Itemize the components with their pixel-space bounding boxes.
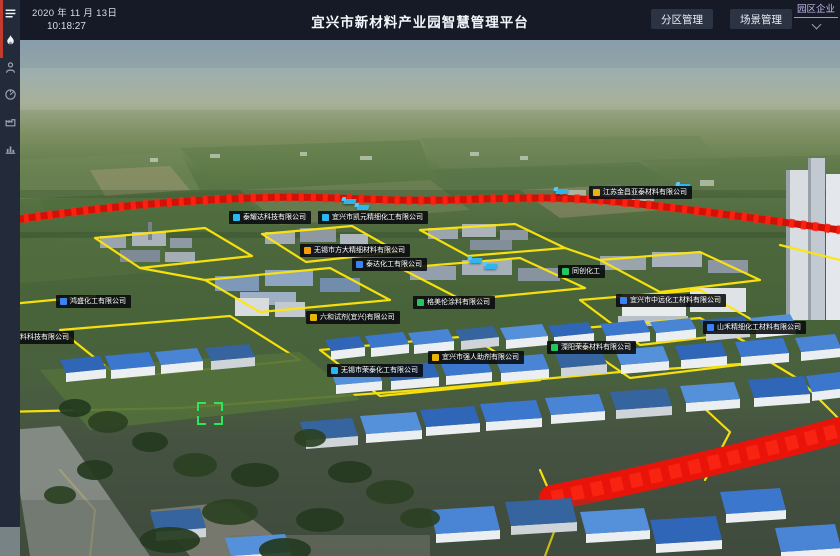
truck-marker-icon[interactable]: [469, 258, 483, 263]
company-marker-icon: [593, 189, 600, 196]
company-label[interactable]: 宜兴市强人助剂有限公司: [428, 351, 524, 364]
chevron-down-icon: [811, 20, 821, 30]
company-marker-icon: [620, 297, 627, 304]
company-marker-icon: [233, 214, 240, 221]
company-label[interactable]: 宜兴市中远化工材料有限公司: [616, 294, 726, 307]
bar-chart-icon: [4, 142, 17, 155]
company-label-text: 宜兴市强人助剂有限公司: [442, 354, 519, 361]
company-label[interactable]: 泰耀达科技有限公司: [229, 211, 311, 224]
truck-marker-icon[interactable]: [484, 264, 498, 269]
current-time: 10:18:27: [47, 21, 86, 32]
company-label-text: 同创化工: [572, 268, 600, 275]
current-date: 2020 年 11 月 13日: [32, 5, 117, 19]
sidebar-item-statistics[interactable]: [0, 135, 20, 162]
hamburger-menu-icon: [4, 7, 17, 20]
company-marker-icon: [304, 247, 311, 254]
factory-icon: [4, 115, 17, 128]
company-label-text: 鸿盛化工有限公司: [70, 298, 126, 305]
company-marker-icon: [551, 344, 558, 351]
company-label-text: 溧阳荣泰材料有限公司: [561, 344, 631, 351]
zone-management-button[interactable]: 分区管理: [651, 9, 713, 29]
truck-marker-icon[interactable]: [356, 205, 370, 210]
sidebar-item-enterprises[interactable]: [0, 108, 20, 135]
company-label[interactable]: 格美伦涂料有限公司: [413, 296, 495, 309]
company-marker-icon: [310, 314, 317, 321]
company-label[interactable]: 同创化工: [558, 265, 605, 278]
company-label-text: 宜兴市凯元精细化工有限公司: [332, 214, 423, 221]
scene-management-button[interactable]: 场景管理: [730, 9, 792, 29]
company-label[interactable]: 无锡市荣泰化工有限公司: [327, 364, 423, 377]
company-label-text: 格美伦涂料有限公司: [427, 299, 490, 306]
company-label-text: 六和试剂(宜兴)有限公司: [320, 314, 395, 321]
company-marker-icon: [707, 324, 714, 331]
gauge-icon: [4, 88, 17, 101]
truck-marker-icon[interactable]: [555, 189, 569, 194]
horizon-haze: [0, 68, 840, 110]
company-marker-icon: [331, 367, 338, 374]
selection-bracket: [197, 402, 223, 425]
company-label[interactable]: 宜兴市凯元精细化工有限公司: [318, 211, 428, 224]
company-label-text: 泰耀达科技有限公司: [243, 214, 306, 221]
app-window: 泰耀达科技有限公司 宜兴市凯元精细化工有限公司无锡市方大精细材料有限公司泰达化工有…: [0, 0, 840, 556]
company-label[interactable]: 六和试剂(宜兴)有限公司: [306, 311, 400, 324]
page-title: 宜兴市新材料产业园智慧管理平台: [311, 11, 529, 31]
flame-icon: [4, 34, 17, 47]
sidebar-item-monitoring[interactable]: [0, 81, 20, 108]
left-sidebar: [0, 0, 20, 527]
company-label-text: 江苏金昌亚泰材料有限公司: [603, 189, 687, 196]
sidebar-item-menu[interactable]: [0, 0, 20, 27]
person-icon: [4, 61, 17, 74]
dropdown-underline: [794, 17, 838, 18]
company-label[interactable]: 无锡市方大精细材料有限公司: [300, 244, 410, 257]
company-marker-icon: [322, 214, 329, 221]
top-bar: 2020 年 11 月 13日 10:18:27 宜兴市新材料产业园智慧管理平台…: [0, 0, 840, 40]
company-label[interactable]: 鸿盛化工有限公司: [56, 295, 131, 308]
park-enterprises-dropdown[interactable]: 园区企业: [792, 3, 840, 35]
company-marker-icon: [417, 299, 424, 306]
company-label[interactable]: 山禾精细化工材料有限公司: [703, 321, 806, 334]
sidebar-item-fire-monitor[interactable]: [0, 27, 20, 54]
company-marker-icon: [356, 261, 363, 268]
company-label-text: 山禾精细化工材料有限公司: [717, 324, 801, 331]
company-label-text: 宜兴市中远化工材料有限公司: [630, 297, 721, 304]
dropdown-label: 园区企业: [792, 3, 840, 16]
sidebar-item-personnel[interactable]: [0, 54, 20, 81]
company-label[interactable]: 江苏金昌亚泰材料有限公司: [589, 186, 692, 199]
company-label-text: 泰达化工有限公司: [366, 261, 422, 268]
company-label-text: 无锡市荣泰化工有限公司: [341, 367, 418, 374]
company-marker-icon: [60, 298, 67, 305]
highrise-towers: [786, 158, 840, 320]
company-marker-icon: [432, 354, 439, 361]
company-label[interactable]: 泰达化工有限公司: [352, 258, 427, 271]
company-marker-icon: [562, 268, 569, 275]
company-label[interactable]: 溧阳荣泰材料有限公司: [547, 341, 636, 354]
company-label-text: 无锡市方大精细材料有限公司: [314, 247, 405, 254]
sidebar-footer-strip: [0, 527, 20, 556]
